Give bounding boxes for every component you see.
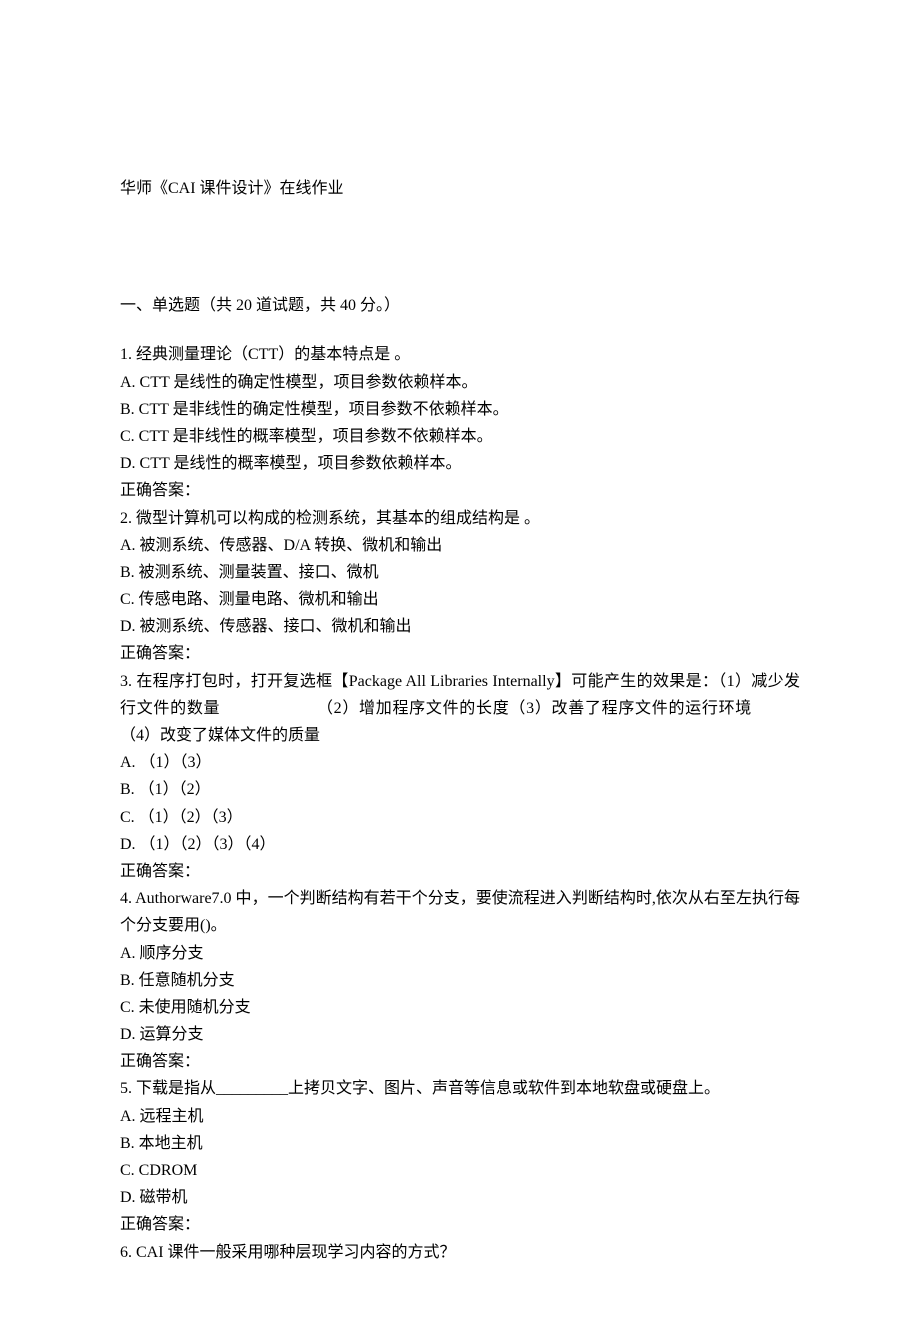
correct-answer-label: 正确答案： (120, 1211, 800, 1238)
questions-container: 1. 经典测量理论（CTT）的基本特点是 。A. CTT 是线性的确定性模型，项… (120, 341, 800, 1265)
question-option: B. 本地主机 (120, 1130, 800, 1157)
question-option: C. CDROM (120, 1157, 800, 1184)
correct-answer-label: 正确答案： (120, 640, 800, 667)
question-option: D. 磁带机 (120, 1184, 800, 1211)
question-3: 3. 在程序打包时，打开复选框【Package All Libraries In… (120, 668, 800, 886)
question-1: 1. 经典测量理论（CTT）的基本特点是 。A. CTT 是线性的确定性模型，项… (120, 341, 800, 504)
question-4: 4. Authorware7.0 中，一个判断结构有若干个分支，要使流程进入判断… (120, 885, 800, 1075)
question-option: C. （1）（2）（3） (120, 804, 800, 831)
question-option: D. （1）（2）（3）（4） (120, 831, 800, 858)
question-option: D. 运算分支 (120, 1021, 800, 1048)
question-stem: 1. 经典测量理论（CTT）的基本特点是 。 (120, 341, 800, 368)
question-stem: 2. 微型计算机可以构成的检测系统，其基本的组成结构是 。 (120, 505, 800, 532)
question-option: A. 远程主机 (120, 1103, 800, 1130)
question-option: A. 被测系统、传感器、D/A 转换、微机和输出 (120, 532, 800, 559)
question-stem: 6. CAI 课件一般采用哪种层现学习内容的方式？ (120, 1239, 800, 1266)
question-option: D. CTT 是线性的概率模型，项目参数依赖样本。 (120, 450, 800, 477)
question-option: A. CTT 是线性的确定性模型，项目参数依赖样本。 (120, 369, 800, 396)
correct-answer-label: 正确答案： (120, 858, 800, 885)
question-stem: 4. Authorware7.0 中，一个判断结构有若干个分支，要使流程进入判断… (120, 885, 800, 939)
question-option: B. CTT 是非线性的确定性模型，项目参数不依赖样本。 (120, 396, 800, 423)
question-5: 5. 下载是指从_________上拷贝文字、图片、声音等信息或软件到本地软盘或… (120, 1075, 800, 1238)
question-2: 2. 微型计算机可以构成的检测系统，其基本的组成结构是 。A. 被测系统、传感器… (120, 505, 800, 668)
document-title: 华师《CAI 课件设计》在线作业 (120, 175, 800, 202)
question-option: C. 未使用随机分支 (120, 994, 800, 1021)
question-option: A. （1）（3） (120, 749, 800, 776)
section-heading: 一、单选题（共 20 道试题，共 40 分。） (120, 292, 800, 319)
question-stem: 3. 在程序打包时，打开复选框【Package All Libraries In… (120, 668, 800, 750)
question-option: C. CTT 是非线性的概率模型，项目参数不依赖样本。 (120, 423, 800, 450)
question-option: B. （1）（2） (120, 776, 800, 803)
question-option: A. 顺序分支 (120, 940, 800, 967)
question-6: 6. CAI 课件一般采用哪种层现学习内容的方式？ (120, 1239, 800, 1266)
question-option: B. 任意随机分支 (120, 967, 800, 994)
correct-answer-label: 正确答案： (120, 1048, 800, 1075)
question-option: C. 传感电路、测量电路、微机和输出 (120, 586, 800, 613)
question-stem: 5. 下载是指从_________上拷贝文字、图片、声音等信息或软件到本地软盘或… (120, 1075, 800, 1102)
question-option: D. 被测系统、传感器、接口、微机和输出 (120, 613, 800, 640)
question-option: B. 被测系统、测量装置、接口、微机 (120, 559, 800, 586)
page-content: 华师《CAI 课件设计》在线作业 一、单选题（共 20 道试题，共 40 分。）… (0, 0, 920, 1326)
correct-answer-label: 正确答案： (120, 477, 800, 504)
